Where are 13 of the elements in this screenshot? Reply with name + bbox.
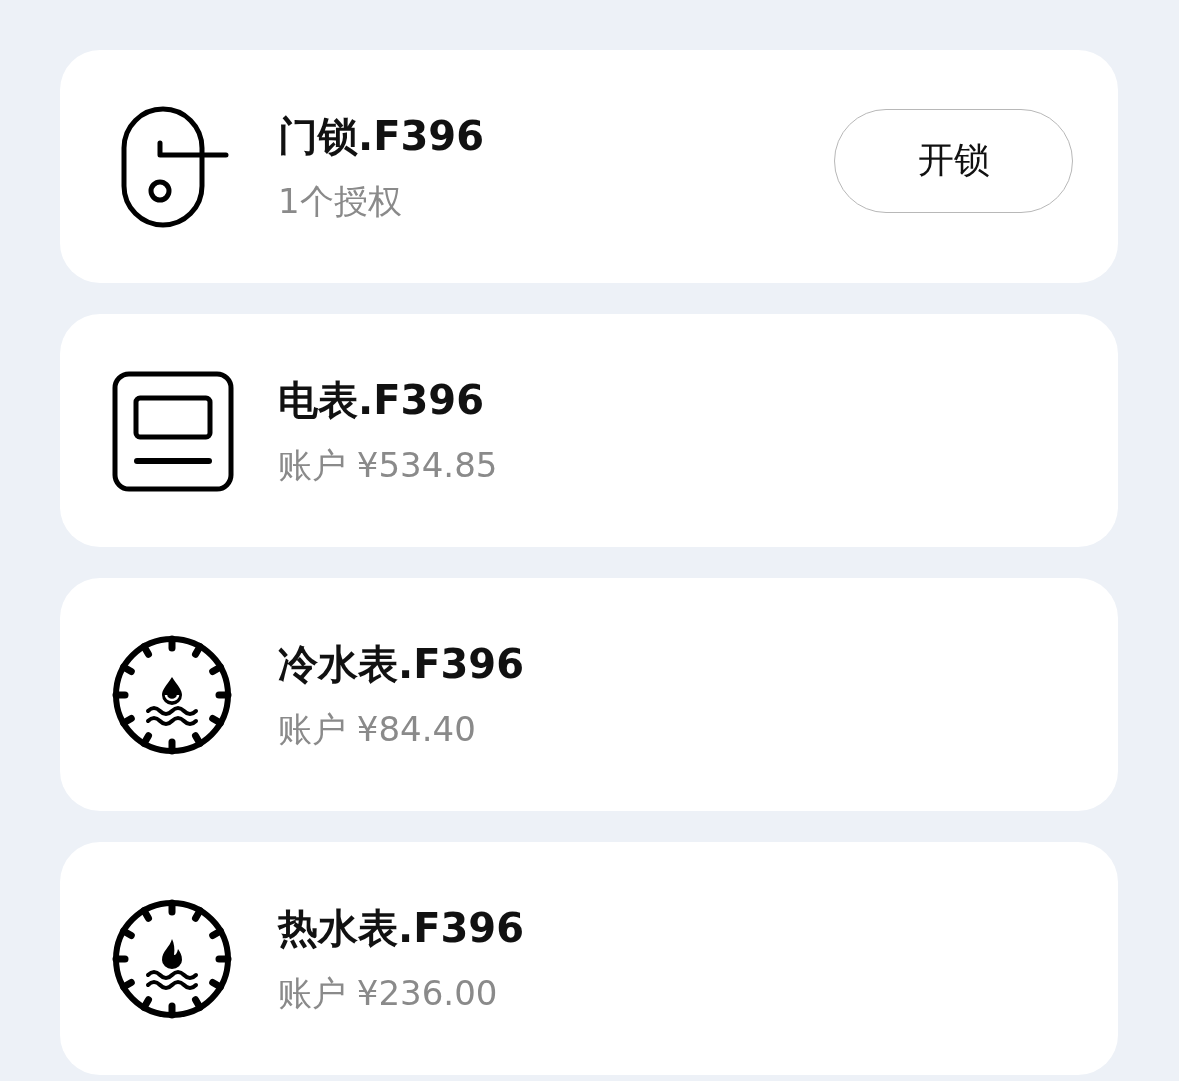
device-card[interactable]: 电表.F396 账户 ¥534.85 — [60, 314, 1118, 547]
unlock-button[interactable]: 开锁 — [834, 108, 1073, 213]
device-detail: 1个授权 — [278, 180, 403, 221]
device-name: 电表.F396 — [278, 376, 485, 423]
device-name: 热水表.F396 — [278, 904, 525, 951]
device-card[interactable]: 门锁.F396 1个授权 开锁 — [60, 50, 1118, 283]
device-card[interactable]: 冷水表.F396 账户 ¥84.40 — [60, 578, 1118, 811]
device-detail: 账户 ¥534.85 — [278, 444, 499, 485]
device-detail: 账户 ¥84.40 — [278, 708, 477, 749]
device-name: 门锁.F396 — [278, 112, 485, 159]
device-card[interactable]: 热水表.F396 账户 ¥236.00 — [60, 842, 1118, 1075]
device-name: 冷水表.F396 — [278, 640, 525, 687]
device-detail: 账户 ¥236.00 — [278, 972, 499, 1013]
